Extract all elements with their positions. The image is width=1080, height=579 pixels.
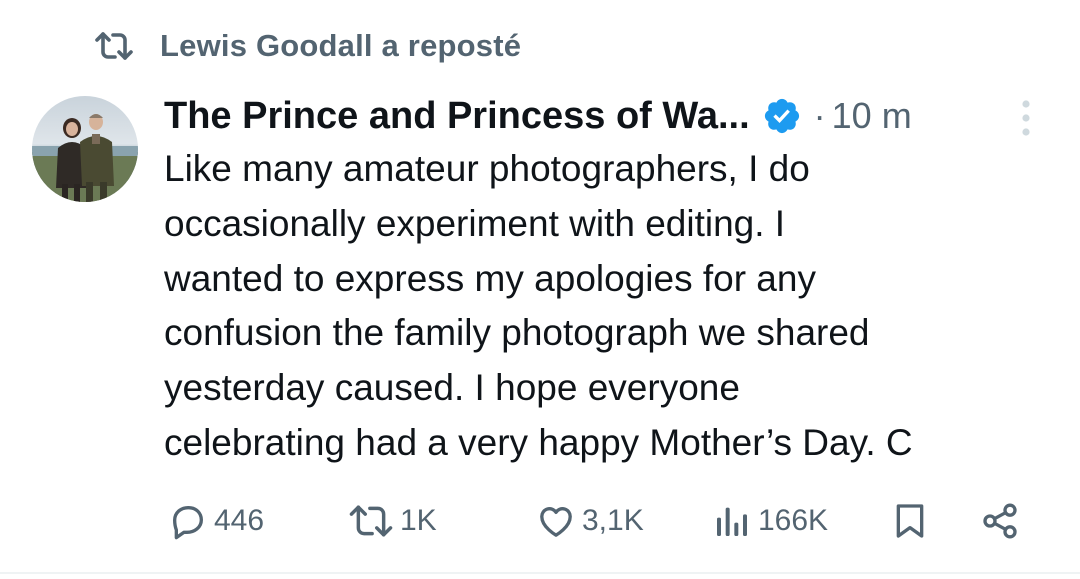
avatar-photo xyxy=(32,96,138,202)
verified-badge-icon xyxy=(762,95,804,137)
tweet-header: The Prince and Princess of Wa... · 10 m xyxy=(164,86,912,146)
tweet-card[interactable]: Lewis Goodall a reposté The Prince and P… xyxy=(0,0,1080,574)
reply-button[interactable]: 446 xyxy=(168,494,264,548)
share-button[interactable] xyxy=(980,494,1020,548)
like-button[interactable]: 3,1K xyxy=(536,494,644,548)
views-count: 166K xyxy=(758,504,829,537)
repost-count: 1K xyxy=(400,504,437,537)
bookmark-button[interactable] xyxy=(890,494,930,548)
share-icon xyxy=(983,503,1017,539)
avatar[interactable] xyxy=(32,96,138,202)
repost-label: Lewis Goodall a reposté xyxy=(160,28,522,63)
reply-count: 446 xyxy=(214,504,265,537)
bookmark-icon xyxy=(896,504,924,538)
tweet-text-line: celebrating had a very happy Mother’s Da… xyxy=(164,421,913,463)
repost-icon xyxy=(349,505,393,537)
timestamp[interactable]: 10 m xyxy=(832,95,912,137)
repost-button[interactable]: 1K xyxy=(348,494,437,548)
more-vertical-icon xyxy=(1022,100,1030,136)
tweet-text-line: occasionally experiment with editing. I xyxy=(164,202,786,244)
views-button[interactable]: 166K xyxy=(712,494,828,548)
more-options-button[interactable] xyxy=(1008,96,1044,140)
like-count: 3,1K xyxy=(582,504,644,537)
tweet-text-line: confusion the family photograph we share… xyxy=(164,312,870,354)
repost-icon xyxy=(92,24,136,68)
views-icon xyxy=(717,507,747,536)
reply-icon xyxy=(173,506,203,540)
tweet-text-line: wanted to express my apologies for any xyxy=(164,257,816,299)
tweet-text[interactable]: Like many amateur photographers, I do oc… xyxy=(164,142,1064,471)
tweet-text-line: yesterday caused. I hope everyone xyxy=(164,367,740,409)
author-name[interactable]: The Prince and Princess of Wa... xyxy=(164,95,750,138)
tweet-text-line: Like many amateur photographers, I do xyxy=(164,148,810,189)
repost-header: Lewis Goodall a reposté xyxy=(92,24,521,68)
meta-separator: · xyxy=(813,95,826,136)
like-icon xyxy=(540,507,572,537)
action-bar: 446 1K 3,1K 166K xyxy=(0,494,1080,548)
